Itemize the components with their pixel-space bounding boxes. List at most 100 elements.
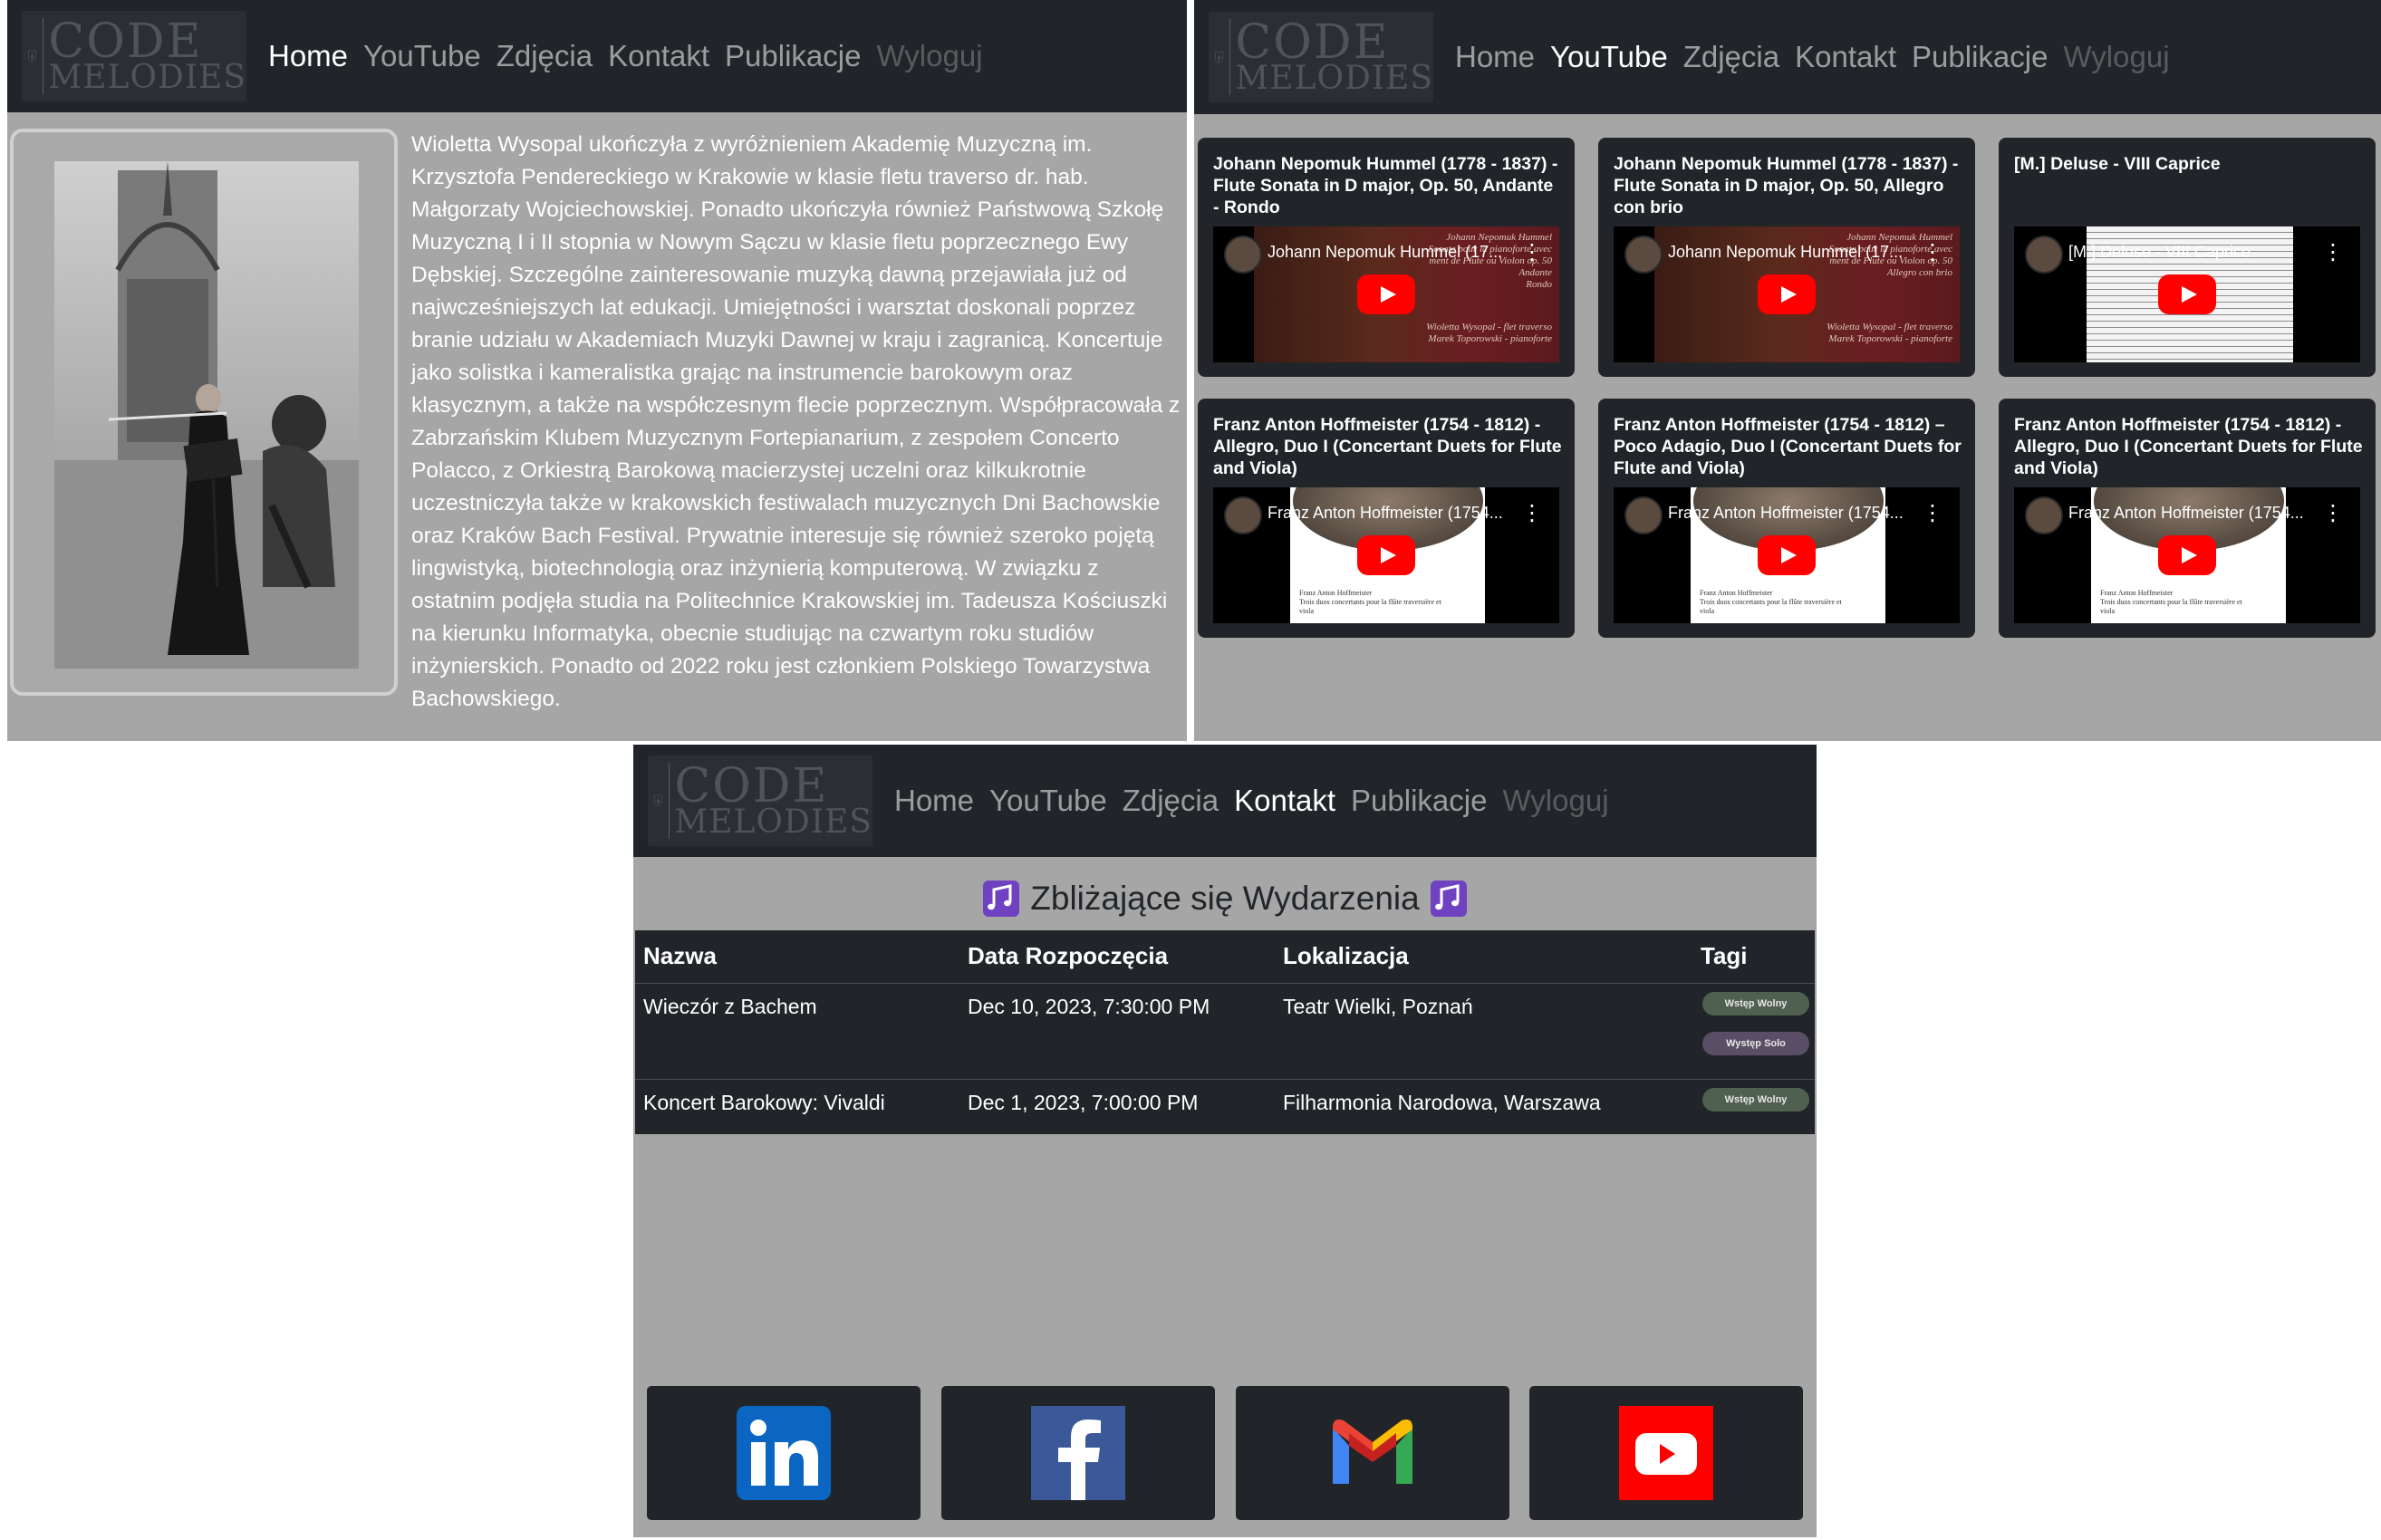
site-logo[interactable]: CODE MELODIES [648,756,872,846]
facebook-link[interactable] [941,1386,1215,1520]
play-button-icon[interactable] [2158,274,2216,314]
events-table: Nazwa Data Rozpoczęcia Lokalizacja Tagi … [635,930,1815,1134]
channel-avatar[interactable] [1624,496,1663,534]
thumbnail-caption: Franz Anton Hoffmeister Trois duos concer… [1299,589,1441,616]
site-logo[interactable]: CODE MELODIES [22,11,246,101]
more-options-icon[interactable]: ⋮ [1922,502,1943,524]
music-notes-icon [983,881,1020,917]
video-embed-title[interactable]: [M.] Deluse - VIII Caprice [2068,243,2324,262]
video-embed-title[interactable]: Johann Nepomuk Hummel (17... [1668,243,1923,262]
navbar: CODE MELODIES Home YouTube Zdjęcia Kontak… [7,0,1187,112]
nav-wyloguj[interactable]: Wyloguj [1502,784,1608,818]
youtube-link[interactable] [1529,1386,1803,1520]
video-embed-title[interactable]: Johann Nepomuk Hummel (17... [1268,243,1523,262]
nav-publikacje[interactable]: Publikacje [725,39,861,73]
column-header-name: Nazwa [643,942,717,969]
thumbnail-caption-line: Franz Anton Hoffmeister [2100,589,2174,597]
nav-kontakt[interactable]: Kontakt [1234,784,1335,818]
play-button-icon[interactable] [1357,535,1415,575]
nav-zdjecia[interactable]: Zdjęcia [1123,784,1219,818]
kontakt-page-screenshot: CODE MELODIES Home YouTube Zdjęcia Kontak… [633,745,1817,1537]
video-player[interactable]: Franz Anton Hoffmeister Trois duos concer… [2014,487,2360,623]
thumbnail-caption-line: Trois duos concertants pour la flûte tra… [1700,598,1842,606]
nav-wyloguj[interactable]: Wyloguj [2063,40,2169,74]
video-card: Franz Anton Hoffmeister (1754 - 1812) - … [1999,399,2376,638]
logo-line-2: MELODIES [48,59,246,96]
event-name: Wieczór z Bachem [643,995,817,1018]
nav-youtube[interactable]: YouTube [1550,40,1668,74]
column-header-tags: Tagi [1701,942,1748,969]
video-card-title: Franz Anton Hoffmeister (1754 - 1812) - … [1213,415,1562,478]
treble-clef-crest-icon [1215,51,1224,63]
linkedin-link[interactable] [647,1386,921,1520]
table-header: Nazwa Data Rozpoczęcia Lokalizacja Tagi [635,930,1815,984]
more-options-icon[interactable]: ⋮ [1521,241,1543,263]
nav-menu: Home YouTube Zdjęcia Kontakt Publikacje … [894,784,1624,818]
video-card-title: Johann Nepomuk Hummel (1778 - 1837) - Fl… [1614,154,1959,217]
video-player[interactable]: Johann Nepomuk Hummel Sonate pour la pian… [1614,226,1960,362]
nav-zdjecia[interactable]: Zdjęcia [496,39,593,73]
more-options-icon[interactable]: ⋮ [2322,241,2344,263]
nav-home[interactable]: Home [1455,40,1535,74]
event-name: Koncert Barokowy: Vivaldi [643,1091,885,1114]
channel-avatar[interactable] [2025,236,2063,274]
more-options-icon[interactable]: ⋮ [1521,502,1543,524]
event-date: Dec 10, 2023, 7:30:00 PM [968,995,1210,1018]
thumbnail-caption-line: Franz Anton Hoffmeister [1299,589,1373,597]
thumbnail-caption-line: Trois duos concertants pour la flûte tra… [2100,598,2242,606]
channel-avatar[interactable] [1224,236,1262,274]
video-card-title: [M.] Deluse - VIII Caprice [2014,154,2221,174]
youtube-icon [1619,1406,1713,1500]
table-row: Wieczór z Bachem Dec 10, 2023, 7:30:00 P… [635,984,1815,1080]
events-heading: Zbliżające się Wydarzenia [633,879,1817,919]
channel-avatar[interactable] [1224,496,1262,534]
video-embed-title[interactable]: Franz Anton Hoffmeister (1754... [2068,504,2324,523]
channel-avatar[interactable] [2025,496,2063,534]
site-logo[interactable]: CODE MELODIES [1209,12,1433,102]
column-header-location: Lokalizacja [1283,942,1409,969]
video-embed-title[interactable]: Franz Anton Hoffmeister (1754... [1268,504,1523,523]
nav-zdjecia[interactable]: Zdjęcia [1683,40,1779,74]
more-options-icon[interactable]: ⋮ [1922,241,1943,263]
channel-avatar[interactable] [1624,236,1663,274]
nav-kontakt[interactable]: Kontakt [1795,40,1896,74]
thumbnail-caption: Franz Anton Hoffmeister Trois duos concer… [1700,589,1842,616]
video-card: Johann Nepomuk Hummel (1778 - 1837) - Fl… [1198,138,1575,377]
nav-home[interactable]: Home [268,39,348,73]
video-card: [M.] Deluse - VIII Caprice [M.] Deluse -… [1999,138,2376,377]
nav-youtube[interactable]: YouTube [989,784,1107,818]
gmail-link[interactable] [1236,1386,1509,1520]
nav-wyloguj[interactable]: Wyloguj [876,39,982,73]
thumbnail-caption-line: Wioletta Wysopal - flet traverso [1426,322,1552,332]
video-player[interactable]: Johann Nepomuk Hummel Sonate pour la pian… [1213,226,1559,362]
facebook-icon [1031,1406,1125,1500]
tag-badge: Wstęp Wolny [1702,1088,1809,1112]
nav-kontakt[interactable]: Kontakt [608,39,709,73]
bio-text: Wioletta Wysopal ukończyła z wyróżnienie… [411,132,1181,711]
home-page-screenshot: CODE MELODIES Home YouTube Zdjęcia Kontak… [7,0,1187,741]
nav-publikacje[interactable]: Publikacje [1351,784,1487,818]
video-player[interactable]: [M.] Deluse - VIII Caprice ⋮ [2014,226,2360,362]
nav-home[interactable]: Home [894,784,974,818]
thumbnail-caption: Franz Anton Hoffmeister Trois duos concer… [2100,589,2242,616]
more-options-icon[interactable]: ⋮ [2322,502,2344,524]
video-card: Franz Anton Hoffmeister (1754 - 1812) – … [1598,399,1975,638]
nav-youtube[interactable]: YouTube [363,39,481,73]
video-player[interactable]: Franz Anton Hoffmeister Trois duos concer… [1614,487,1960,623]
play-button-icon[interactable] [1758,274,1816,314]
tag-badge: Wstęp Wolny [1702,992,1809,1015]
video-embed-title[interactable]: Franz Anton Hoffmeister (1754... [1668,504,1923,523]
event-location: Teatr Wielki, Poznań [1283,995,1473,1018]
column-header-start-date: Data Rozpoczęcia [968,942,1169,969]
logo-line-2: MELODIES [674,804,872,841]
play-button-icon[interactable] [2158,535,2216,575]
thumbnail-caption-line: Marek Toporowski - pianoforte [1828,333,1952,344]
video-player[interactable]: Franz Anton Hoffmeister Trois duos concer… [1213,487,1559,623]
flutist-photo [54,161,359,669]
music-notes-icon [1430,881,1467,917]
linkedin-icon [737,1406,831,1500]
play-button-icon[interactable] [1758,535,1816,575]
play-button-icon[interactable] [1357,274,1415,314]
nav-publikacje[interactable]: Publikacje [1912,40,2048,74]
navbar: CODE MELODIES Home YouTube Zdjęcia Kontak… [633,745,1817,857]
